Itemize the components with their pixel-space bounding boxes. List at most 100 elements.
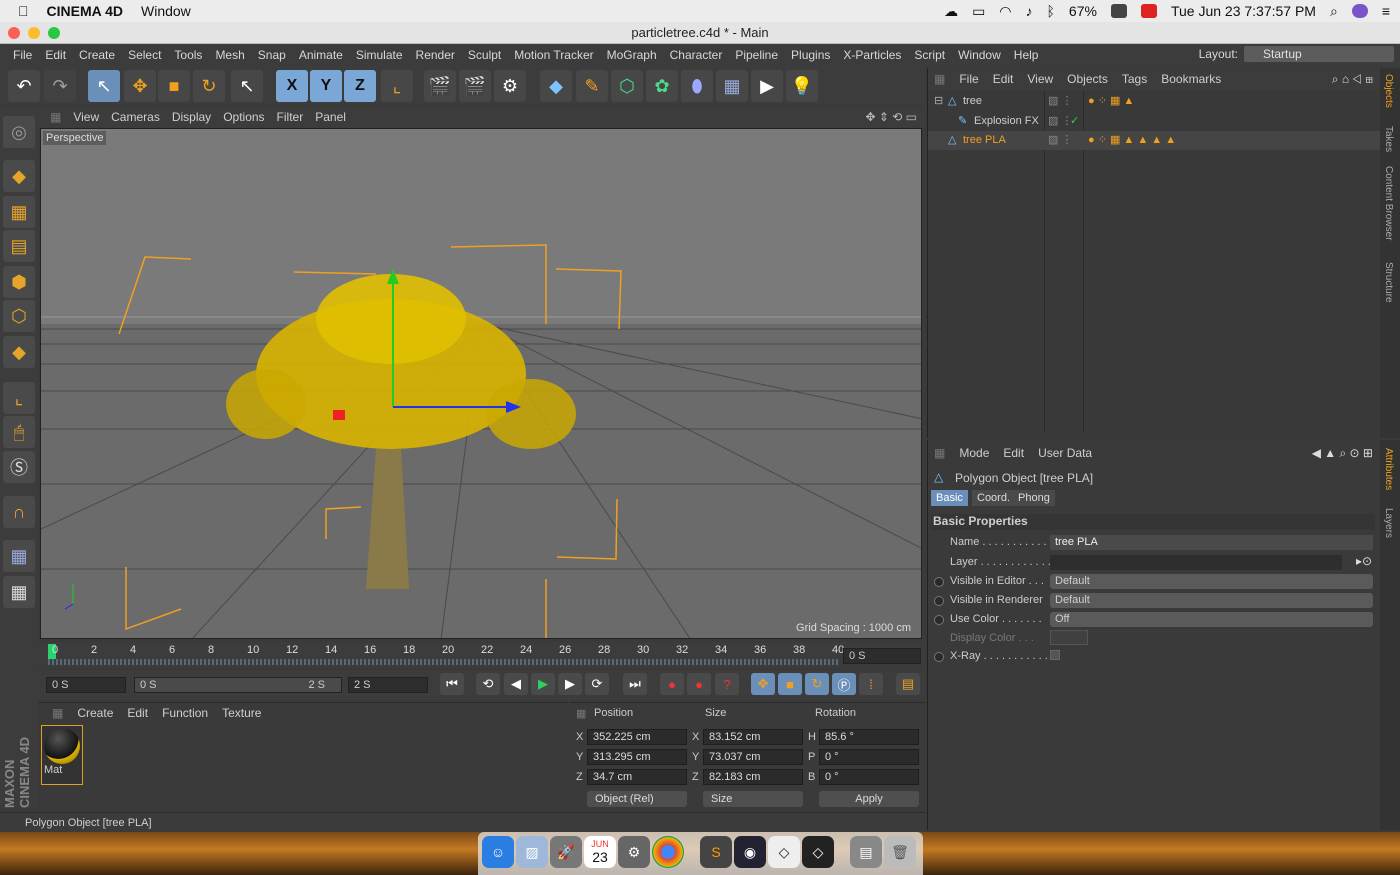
z-axis-lock-button[interactable]: Z xyxy=(344,70,376,102)
volume-icon[interactable]: ♪ xyxy=(1026,3,1033,19)
timeline-window-icon[interactable]: ▤ xyxy=(896,673,920,695)
animate-visible-editor-radio[interactable] xyxy=(934,577,944,587)
clock[interactable]: Tue Jun 23 7:37:57 PM xyxy=(1171,3,1316,19)
objects-menu-tags[interactable]: Tags xyxy=(1122,72,1147,86)
siri-icon[interactable] xyxy=(1351,4,1368,18)
object-tags[interactable]: ● ⁘ ▦ ▲ ▲ ▲ ▲ xyxy=(1088,131,1176,150)
size-z-field[interactable]: 82.183 cm xyxy=(703,769,803,785)
menu-x-particles[interactable]: X-Particles xyxy=(843,48,901,62)
menu-render[interactable]: Render xyxy=(416,48,455,62)
perspective-viewport[interactable]: Perspective Grid Spacing : 1000 cm xyxy=(40,128,922,639)
enabled-check-icon[interactable]: ✓ xyxy=(1070,112,1079,131)
objects-menu-edit[interactable]: Edit xyxy=(993,72,1014,86)
name-field[interactable]: tree PLA xyxy=(1050,535,1373,550)
preview-range-slider[interactable]: 0 S 2 S xyxy=(134,677,342,693)
tab-basic[interactable]: Basic xyxy=(931,490,968,506)
object-name[interactable]: tree PLA xyxy=(963,131,1006,150)
pos-z-field[interactable]: 34.7 cm xyxy=(587,769,687,785)
camera-icon[interactable]: ▶ xyxy=(751,70,783,102)
solo-icon[interactable]: Ⓢ xyxy=(3,451,35,483)
x-axis-lock-button[interactable]: X xyxy=(276,70,308,102)
material-menu-edit[interactable]: Edit xyxy=(127,706,148,720)
viewport-navigation-icon[interactable]: ✥ ⇕ ⟲ ▭ xyxy=(865,110,917,124)
menu-edit[interactable]: Edit xyxy=(45,48,66,62)
menu-help[interactable]: Help xyxy=(1014,48,1039,62)
model-mode-icon[interactable]: ◆ xyxy=(3,160,35,192)
preview-icon[interactable]: ▨ xyxy=(516,836,548,868)
menu-motion-tracker[interactable]: Motion Tracker xyxy=(514,48,593,62)
sublime-text-icon[interactable]: S xyxy=(700,836,732,868)
coordinate-mode-select[interactable]: Object (Rel) xyxy=(587,791,687,807)
record-rotation-icon[interactable]: ↻ xyxy=(805,673,829,695)
unity-icon[interactable]: ◇ xyxy=(802,836,834,868)
display-color-swatch[interactable] xyxy=(1050,630,1088,645)
deformer-icon[interactable]: ⬮ xyxy=(681,70,713,102)
snap-magnet-icon[interactable]: ∩ xyxy=(3,496,35,528)
material-menu-function[interactable]: Function xyxy=(162,706,208,720)
spotlight-search-icon[interactable]: ⌕ xyxy=(1330,3,1338,20)
layer-field[interactable] xyxy=(1050,555,1342,570)
live-selection-icon[interactable]: ↖ xyxy=(231,70,263,102)
tab-objects[interactable]: Objects xyxy=(1383,74,1394,108)
app-name-menu[interactable]: CINEMA 4D xyxy=(47,3,124,19)
material-menu-texture[interactable]: Texture xyxy=(222,706,261,720)
calendar-icon[interactable]: JUN 23 xyxy=(584,836,616,868)
menu-select[interactable]: Select xyxy=(128,48,161,62)
battery-text[interactable]: 67% xyxy=(1069,3,1097,19)
tab-coord[interactable]: Coord. xyxy=(972,490,1016,506)
size-mode-select[interactable]: Size xyxy=(703,791,803,807)
menu-tools[interactable]: Tools xyxy=(174,48,202,62)
keyframe-selection-icon[interactable]: ? xyxy=(715,673,739,695)
rot-p-field[interactable]: 0 ° xyxy=(819,749,919,765)
close-window-button[interactable] xyxy=(8,27,20,39)
wifi-icon[interactable]: ◠ xyxy=(999,3,1011,20)
cloner-icon[interactable]: ✿ xyxy=(646,70,678,102)
workplane-lock-icon[interactable]: ▦ xyxy=(3,540,35,572)
attr-menu-edit[interactable]: Edit xyxy=(1003,446,1024,460)
trash-icon[interactable]: 🗑 xyxy=(884,836,916,868)
size-y-field[interactable]: 73.037 cm xyxy=(703,749,803,765)
unity-hub-icon[interactable]: ◇ xyxy=(768,836,800,868)
expand-toggle-icon[interactable]: ⊟ xyxy=(934,92,943,111)
visibility-toggle-icon[interactable]: ▨ ⋮ xyxy=(1048,112,1072,131)
scene-canvas[interactable] xyxy=(41,129,922,639)
objects-menu-file[interactable]: File xyxy=(959,72,978,86)
object-name[interactable]: tree xyxy=(963,92,982,111)
polygons-mode-icon[interactable]: ◆ xyxy=(3,336,35,368)
viewport-menu-filter[interactable]: Filter xyxy=(277,110,304,124)
menu-character[interactable]: Character xyxy=(670,48,723,62)
attr-menu-user-data[interactable]: User Data xyxy=(1038,446,1092,460)
tab-takes[interactable]: Takes xyxy=(1383,126,1394,152)
viewport-label[interactable]: Perspective xyxy=(43,131,107,145)
visible-editor-select[interactable]: Default xyxy=(1050,574,1373,589)
menu-mograph[interactable]: MoGraph xyxy=(607,48,657,62)
point-level-animation-icon[interactable]: ⁞ xyxy=(859,673,883,695)
display-icon[interactable]: ▭ xyxy=(972,3,985,20)
menu-mesh[interactable]: Mesh xyxy=(215,48,244,62)
texture-mode-icon[interactable]: ▦ xyxy=(3,196,35,228)
cube-primitive-icon[interactable]: ◆ xyxy=(540,70,572,102)
visibility-toggle-icon[interactable]: ▨ ⋮ xyxy=(1048,131,1072,150)
size-x-field[interactable]: 83.152 cm xyxy=(703,729,803,745)
tab-structure[interactable]: Structure xyxy=(1383,262,1394,303)
viewport-menu-display[interactable]: Display xyxy=(172,110,211,124)
menu-file[interactable]: File xyxy=(13,48,32,62)
next-key-icon[interactable]: ⟳ xyxy=(585,673,609,695)
object-row-explosion-fx[interactable]: ✎ Explosion FX ▨ ⋮ ✓ xyxy=(928,112,1381,131)
current-frame-field[interactable]: 0 S xyxy=(843,648,921,664)
record-active-objects-icon[interactable]: ● xyxy=(660,673,684,695)
visibility-toggle-icon[interactable]: ▨ ⋮ xyxy=(1048,92,1072,111)
edges-mode-icon[interactable]: ⬡ xyxy=(3,300,35,332)
visible-renderer-select[interactable]: Default xyxy=(1050,593,1373,608)
menu-simulate[interactable]: Simulate xyxy=(356,48,403,62)
menu-pipeline[interactable]: Pipeline xyxy=(735,48,778,62)
menu-script[interactable]: Script xyxy=(914,48,945,62)
pos-y-field[interactable]: 313.295 cm xyxy=(587,749,687,765)
redo-button[interactable]: ↷ xyxy=(44,70,76,102)
menu-sculpt[interactable]: Sculpt xyxy=(468,48,501,62)
pos-x-field[interactable]: 352.225 cm xyxy=(587,729,687,745)
attribute-nav-icons[interactable]: ◀ ▲ ⌕ ⊙ ⊞ xyxy=(1312,446,1373,461)
subdivision-surface-icon[interactable]: ⬡ xyxy=(611,70,643,102)
record-position-icon[interactable]: ✥ xyxy=(751,673,775,695)
animate-use-color-radio[interactable] xyxy=(934,615,944,625)
